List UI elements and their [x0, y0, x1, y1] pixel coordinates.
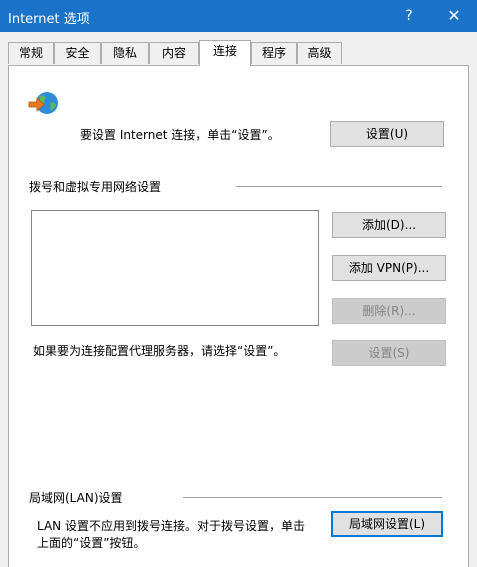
remove-button[interactable]: 删除(R)... — [332, 298, 446, 324]
proxy-instruction-text: 如果要为连接配置代理服务器，请选择“设置”。 — [33, 344, 286, 358]
connections-panel: 要设置 Internet 连接，单击“设置”。 设置(U) 拨号和虚拟专用网络设… — [8, 65, 469, 567]
tab-programs[interactable]: 程序 — [251, 42, 297, 64]
help-button[interactable]: ? — [387, 0, 431, 32]
window-title: Internet 选项 — [8, 12, 90, 27]
tab-privacy[interactable]: 隐私 — [101, 42, 149, 64]
tab-security[interactable]: 安全 — [54, 42, 101, 64]
connections-listbox[interactable] — [31, 210, 319, 326]
tab-content[interactable]: 内容 — [149, 42, 199, 64]
setup-instruction-text: 要设置 Internet 连接，单击“设置”。 — [80, 128, 280, 142]
dialog-body: 常规 安全 隐私 内容 连接 程序 高级 要设置 Internet 连接，单击“… — [0, 32, 477, 567]
lan-heading: 局域网(LAN)设置 — [29, 491, 123, 505]
close-button[interactable]: ✕ — [431, 0, 477, 32]
tab-advanced[interactable]: 高级 — [297, 42, 342, 64]
setup-button[interactable]: 设置(U) — [330, 121, 444, 147]
lan-settings-button[interactable]: 局域网设置(L) — [331, 511, 443, 537]
tab-connections[interactable]: 连接 — [199, 40, 251, 66]
title-bar: Internet 选项 ? ✕ — [0, 0, 477, 32]
lan-divider — [183, 497, 442, 498]
lan-description-line1: LAN 设置不应用到拨号连接。对于拨号设置，单击 — [37, 519, 305, 533]
dialup-divider — [236, 186, 442, 187]
proxy-settings-button[interactable]: 设置(S) — [332, 340, 446, 366]
globe-network-icon — [28, 92, 58, 114]
dialup-vpn-heading: 拨号和虚拟专用网络设置 — [29, 180, 162, 194]
add-button[interactable]: 添加(D)... — [332, 212, 446, 238]
tab-general[interactable]: 常规 — [8, 42, 54, 64]
lan-description-line2: 上面的“设置”按钮。 — [37, 536, 146, 550]
add-vpn-button[interactable]: 添加 VPN(P)... — [332, 255, 446, 281]
